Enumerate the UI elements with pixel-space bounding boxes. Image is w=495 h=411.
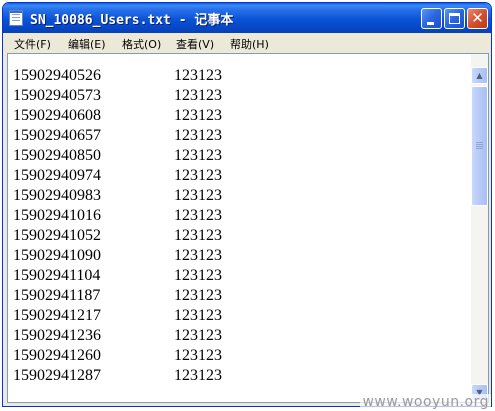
menu-view[interactable]: 查看(V) xyxy=(176,36,214,52)
text-line: 15902940573 123123 xyxy=(13,86,468,106)
window-title: SN_10086_Users.txt - 记事本 xyxy=(30,13,234,28)
password: 123123 xyxy=(174,67,222,84)
username: 15902941187 xyxy=(13,287,101,304)
username: 15902941217 xyxy=(13,307,101,324)
text-content[interactable]: 15902940526 123123 15902940573 123123 1590… xyxy=(13,66,468,386)
password: 123123 xyxy=(174,307,222,324)
username: 15902941104 xyxy=(13,267,101,284)
menu-edit[interactable]: 编辑(E) xyxy=(68,36,106,52)
password: 123123 xyxy=(174,287,222,304)
username: 15902940573 xyxy=(13,87,101,104)
maximize-button[interactable] xyxy=(444,8,465,29)
username: 15902941016 xyxy=(13,207,101,224)
password: 123123 xyxy=(174,207,222,224)
password: 123123 xyxy=(174,227,222,244)
username: 15902940657 xyxy=(13,127,101,144)
username: 15902941090 xyxy=(13,247,101,264)
username: 15902940974 xyxy=(13,167,101,184)
watermark: www.wooyun.org xyxy=(360,394,491,410)
text-line: 15902940850 123123 xyxy=(13,146,468,166)
title-bar[interactable]: SN_10086_Users.txt - 记事本 ✕ xyxy=(3,3,491,33)
text-line: 15902941090 123123 xyxy=(13,246,468,266)
menu-file[interactable]: 文件(F) xyxy=(14,36,51,52)
close-button[interactable]: ✕ xyxy=(467,8,488,29)
menu-bar: 文件(F) 编辑(E) 格式(O) 查看(V) 帮助(H) xyxy=(6,33,488,53)
username: 15902940608 xyxy=(13,107,101,124)
text-line: 15902940608 123123 xyxy=(13,106,468,126)
password: 123123 xyxy=(174,127,222,144)
text-line: 15902941016 123123 xyxy=(13,206,468,226)
text-line: 15902940974 123123 xyxy=(13,166,468,186)
text-line: 15902941287 123123 xyxy=(13,366,468,386)
password: 123123 xyxy=(174,107,222,124)
password: 123123 xyxy=(174,187,222,204)
password: 123123 xyxy=(174,87,222,104)
close-icon: ✕ xyxy=(471,9,484,27)
text-editor[interactable]: 15902940526 123123 15902940573 123123 1590… xyxy=(7,53,489,403)
text-line: 15902941260 123123 xyxy=(13,346,468,366)
vertical-scrollbar[interactable]: ▲ ▼ xyxy=(471,54,488,402)
text-line: 15902940526 123123 xyxy=(13,66,468,86)
text-line: 15902941187 123123 xyxy=(13,286,468,306)
text-line: 15902941052 123123 xyxy=(13,226,468,246)
menu-help[interactable]: 帮助(H) xyxy=(230,36,269,52)
password: 123123 xyxy=(174,147,222,164)
minimize-button[interactable] xyxy=(421,8,442,29)
username: 15902940983 xyxy=(13,187,101,204)
scroll-thumb[interactable] xyxy=(471,86,488,206)
scroll-up-arrow-icon: ▲ xyxy=(476,71,483,80)
username: 15902940850 xyxy=(13,147,101,164)
text-line: 15902941236 123123 xyxy=(13,326,468,346)
text-line: 15902940657 123123 xyxy=(13,126,468,146)
password: 123123 xyxy=(174,367,222,384)
username: 15902941260 xyxy=(13,347,101,364)
maximize-icon xyxy=(449,13,460,24)
notepad-window: SN_10086_Users.txt - 记事本 ✕ 文件(F) 编辑(E) 格… xyxy=(2,2,492,407)
password: 123123 xyxy=(174,327,222,344)
username: 15902941052 xyxy=(13,227,101,244)
password: 123123 xyxy=(174,167,222,184)
password: 123123 xyxy=(174,267,222,284)
password: 123123 xyxy=(174,347,222,364)
password: 123123 xyxy=(174,247,222,264)
username: 15902941236 xyxy=(13,327,101,344)
notepad-icon[interactable] xyxy=(9,10,23,26)
menu-format[interactable]: 格式(O) xyxy=(122,36,161,52)
text-line: 15902941217 123123 xyxy=(13,306,468,326)
scroll-up-button[interactable]: ▲ xyxy=(471,67,488,84)
text-line: 15902940983 123123 xyxy=(13,186,468,206)
text-line: 15902941104 123123 xyxy=(13,266,468,286)
username: 15902940526 xyxy=(13,67,101,84)
username: 15902941287 xyxy=(13,367,101,384)
minimize-icon xyxy=(427,22,434,25)
